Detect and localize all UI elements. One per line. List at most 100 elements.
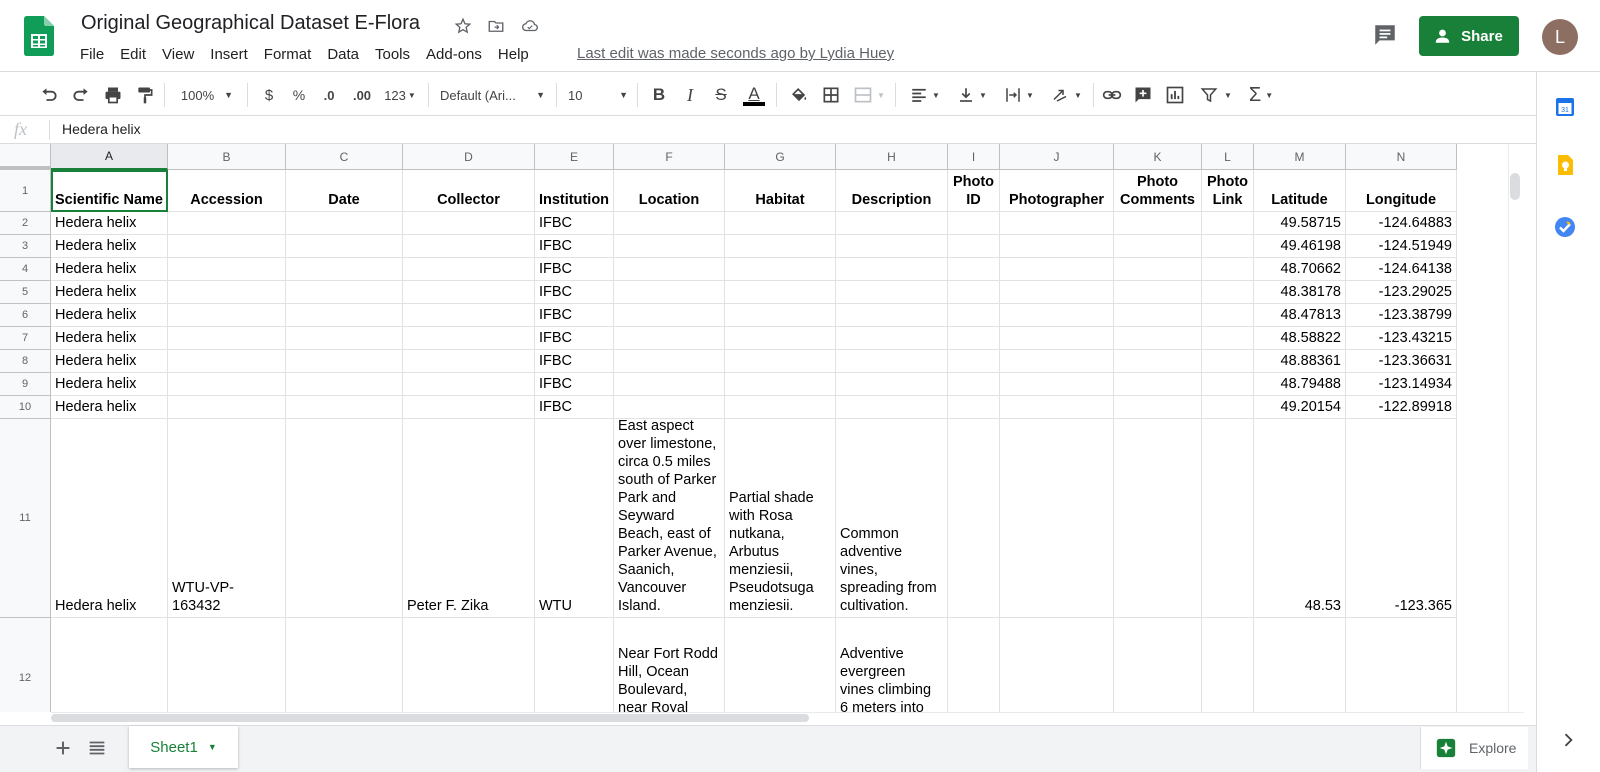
table-cell[interactable]: 49.46198 bbox=[1254, 235, 1346, 258]
row-header-11[interactable]: 11 bbox=[0, 419, 51, 618]
table-cell[interactable] bbox=[1000, 618, 1114, 712]
table-cell[interactable] bbox=[403, 350, 535, 373]
bold-button[interactable]: B bbox=[648, 83, 670, 107]
table-cell[interactable] bbox=[1202, 281, 1254, 304]
table-cell[interactable]: Hedera helix bbox=[51, 396, 168, 419]
table-cell[interactable]: Hedera helix bbox=[51, 235, 168, 258]
table-cell[interactable] bbox=[836, 235, 948, 258]
table-cell[interactable]: East aspect over limestone, circa 0.5 mi… bbox=[614, 419, 725, 618]
row-header-4[interactable]: 4 bbox=[0, 258, 51, 281]
table-cell[interactable]: -123.365 bbox=[1346, 419, 1457, 618]
table-cell[interactable] bbox=[168, 212, 286, 235]
table-cell[interactable]: 49.58715 bbox=[1254, 212, 1346, 235]
font-family-select[interactable]: Default (Ari... ▼ bbox=[440, 83, 545, 107]
table-cell[interactable] bbox=[1202, 212, 1254, 235]
explore-button[interactable]: Explore bbox=[1420, 727, 1528, 769]
table-cell[interactable] bbox=[614, 396, 725, 419]
table-cell[interactable] bbox=[1000, 304, 1114, 327]
table-cell[interactable] bbox=[1202, 618, 1254, 712]
currency-format-button[interactable]: $ bbox=[259, 83, 279, 107]
header-cell[interactable]: Scientific Name bbox=[51, 170, 168, 212]
table-cell[interactable] bbox=[1202, 419, 1254, 618]
text-rotation-icon[interactable]: ▼ bbox=[1047, 83, 1085, 107]
column-header-j[interactable]: J bbox=[1000, 144, 1114, 170]
table-cell[interactable] bbox=[1000, 327, 1114, 350]
header-cell[interactable]: Longitude bbox=[1346, 170, 1457, 212]
insert-comment-icon[interactable] bbox=[1131, 83, 1155, 107]
column-header-m[interactable]: M bbox=[1254, 144, 1346, 170]
table-cell[interactable] bbox=[286, 235, 403, 258]
menu-data[interactable]: Data bbox=[319, 44, 367, 66]
percent-format-button[interactable]: % bbox=[289, 83, 309, 107]
table-cell[interactable] bbox=[1202, 235, 1254, 258]
table-cell[interactable] bbox=[1000, 235, 1114, 258]
table-cell[interactable]: IFBC bbox=[535, 373, 614, 396]
table-cell[interactable] bbox=[614, 304, 725, 327]
table-cell[interactable]: -123.43215 bbox=[1346, 327, 1457, 350]
zoom-select[interactable]: 100% ▼ bbox=[176, 83, 238, 107]
table-cell[interactable]: Hedera helix bbox=[51, 350, 168, 373]
table-cell[interactable] bbox=[1202, 373, 1254, 396]
column-header-h[interactable]: H bbox=[836, 144, 948, 170]
last-edit-link[interactable]: Last edit was made seconds ago by Lydia … bbox=[577, 45, 894, 62]
table-cell[interactable] bbox=[1114, 235, 1202, 258]
table-cell[interactable] bbox=[535, 618, 614, 712]
table-cell[interactable] bbox=[168, 235, 286, 258]
column-header-g[interactable]: G bbox=[725, 144, 836, 170]
table-cell[interactable] bbox=[1202, 304, 1254, 327]
table-cell[interactable]: IFBC bbox=[535, 304, 614, 327]
table-cell[interactable] bbox=[836, 281, 948, 304]
header-cell[interactable]: Photo Link bbox=[1202, 170, 1254, 212]
comment-history-icon[interactable] bbox=[1371, 22, 1399, 48]
horizontal-scroll-thumb[interactable] bbox=[51, 714, 809, 722]
table-cell[interactable]: -122.89918 bbox=[1346, 396, 1457, 419]
insert-link-icon[interactable] bbox=[1100, 83, 1124, 107]
table-cell[interactable] bbox=[1114, 396, 1202, 419]
star-icon[interactable] bbox=[452, 15, 474, 37]
table-cell[interactable]: 48.88361 bbox=[1254, 350, 1346, 373]
table-cell[interactable] bbox=[1254, 618, 1346, 712]
more-formats-button[interactable]: 123 ▼ bbox=[381, 83, 419, 107]
table-cell[interactable] bbox=[168, 618, 286, 712]
table-cell[interactable]: -124.64883 bbox=[1346, 212, 1457, 235]
table-cell[interactable] bbox=[614, 350, 725, 373]
all-sheets-menu-icon[interactable] bbox=[86, 737, 108, 759]
table-cell[interactable] bbox=[614, 327, 725, 350]
table-cell[interactable] bbox=[403, 618, 535, 712]
show-side-panel-icon[interactable] bbox=[1558, 730, 1578, 750]
header-cell[interactable]: Collector bbox=[403, 170, 535, 212]
table-cell[interactable]: 48.70662 bbox=[1254, 258, 1346, 281]
vertical-align-icon[interactable]: ▼ bbox=[954, 83, 990, 107]
table-cell[interactable] bbox=[836, 396, 948, 419]
table-cell[interactable] bbox=[168, 396, 286, 419]
row-header-3[interactable]: 3 bbox=[0, 235, 51, 258]
column-header-i[interactable]: I bbox=[948, 144, 1000, 170]
table-cell[interactable]: -124.51949 bbox=[1346, 235, 1457, 258]
table-cell[interactable] bbox=[1346, 618, 1457, 712]
table-cell[interactable] bbox=[286, 419, 403, 618]
vertical-scroll-thumb[interactable] bbox=[1510, 173, 1520, 200]
table-cell[interactable] bbox=[286, 327, 403, 350]
table-cell[interactable] bbox=[836, 350, 948, 373]
table-cell[interactable] bbox=[725, 212, 836, 235]
header-cell[interactable]: Photographer bbox=[1000, 170, 1114, 212]
paint-format-icon[interactable] bbox=[133, 83, 157, 107]
table-cell[interactable]: 48.38178 bbox=[1254, 281, 1346, 304]
header-cell[interactable]: Description bbox=[836, 170, 948, 212]
table-cell[interactable] bbox=[725, 350, 836, 373]
table-cell[interactable] bbox=[1114, 373, 1202, 396]
header-cell[interactable]: Date bbox=[286, 170, 403, 212]
row-header-12[interactable]: 12 bbox=[0, 618, 51, 712]
redo-icon[interactable] bbox=[69, 83, 93, 107]
table-cell[interactable]: Common adventive vines, spreading from c… bbox=[836, 419, 948, 618]
table-cell[interactable]: IFBC bbox=[535, 396, 614, 419]
table-cell[interactable] bbox=[286, 618, 403, 712]
table-cell[interactable] bbox=[725, 327, 836, 350]
menu-view[interactable]: View bbox=[154, 44, 202, 66]
column-header-l[interactable]: L bbox=[1202, 144, 1254, 170]
table-cell[interactable] bbox=[286, 373, 403, 396]
column-header-c[interactable]: C bbox=[286, 144, 403, 170]
table-cell[interactable] bbox=[948, 258, 1000, 281]
table-cell[interactable] bbox=[948, 350, 1000, 373]
row-header-8[interactable]: 8 bbox=[0, 350, 51, 373]
